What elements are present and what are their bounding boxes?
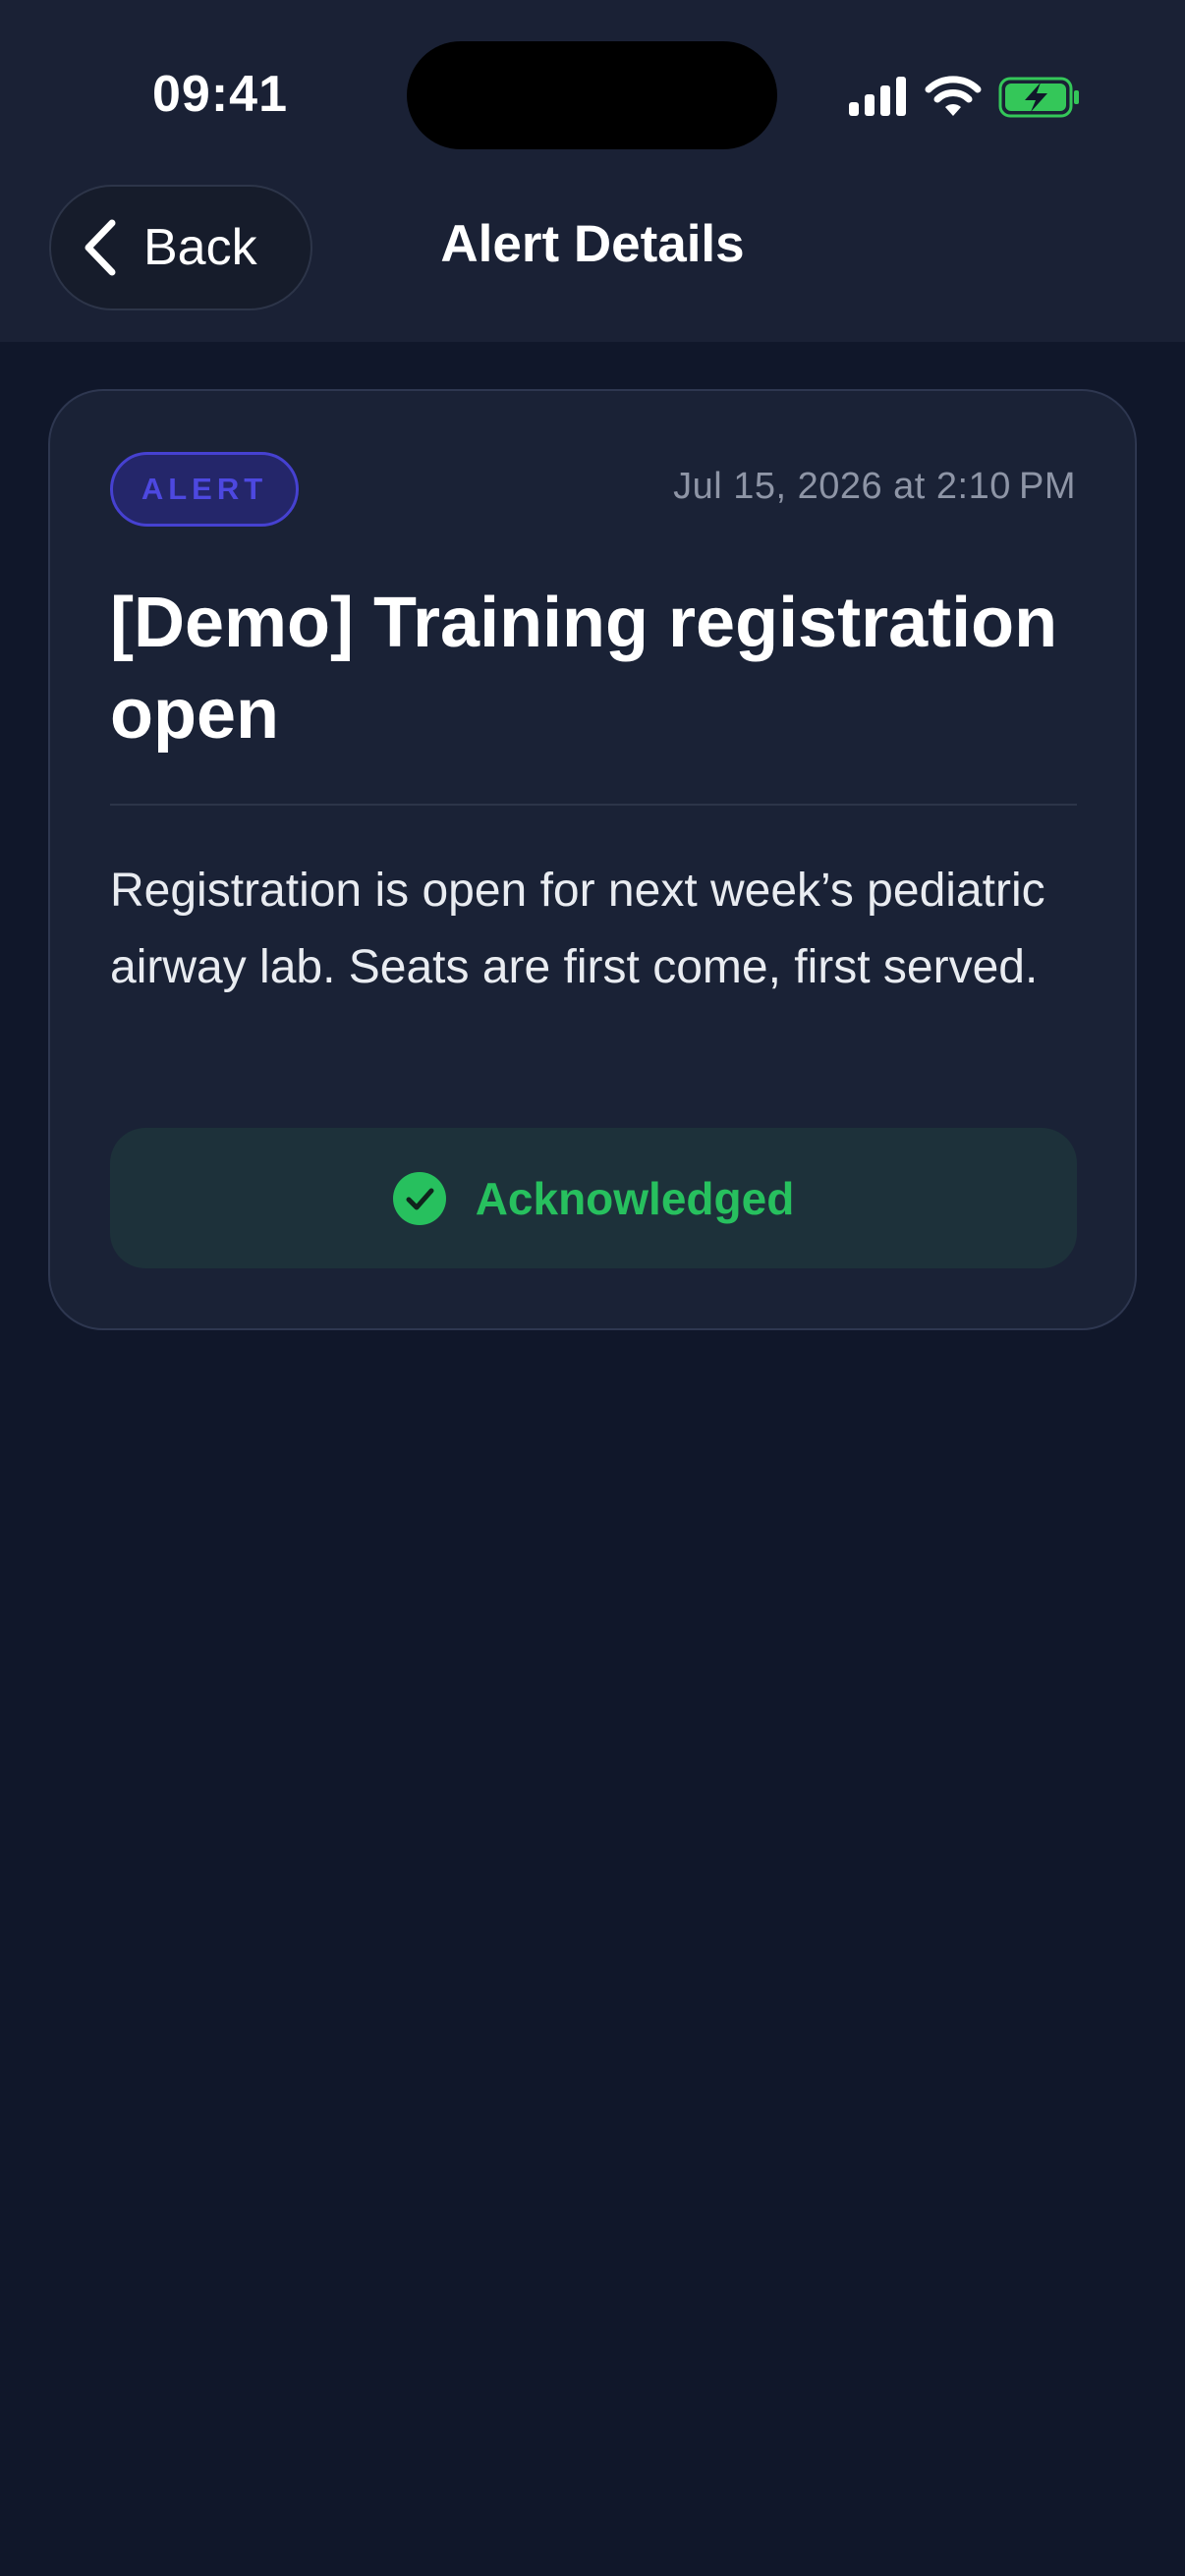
- page-title: Alert Details: [440, 215, 745, 273]
- header-area: 09:41 Back Alert Details: [0, 0, 1185, 342]
- check-circle-icon: [392, 1171, 446, 1225]
- divider: [110, 804, 1077, 806]
- acknowledged-button[interactable]: Acknowledged: [110, 1128, 1077, 1268]
- alert-title: [Demo] Training registration open: [110, 584, 1058, 754]
- wifi-icon: [925, 76, 982, 116]
- alert-timestamp: Jul 15, 2026 at 2:10 PM: [673, 466, 1076, 507]
- alert-body: Registration is open for next week’s ped…: [110, 865, 1045, 993]
- battery-charging-icon: [998, 77, 1079, 118]
- dynamic-island: [407, 41, 777, 149]
- alert-type-badge: ALERT: [110, 452, 299, 527]
- status-time: 09:41: [152, 66, 288, 123]
- cellular-signal-icon: [849, 77, 906, 116]
- alert-card: ALERT Jul 15, 2026 at 2:10 PM [Demo] Tra…: [48, 389, 1137, 1330]
- acknowledged-label: Acknowledged: [475, 1172, 795, 1224]
